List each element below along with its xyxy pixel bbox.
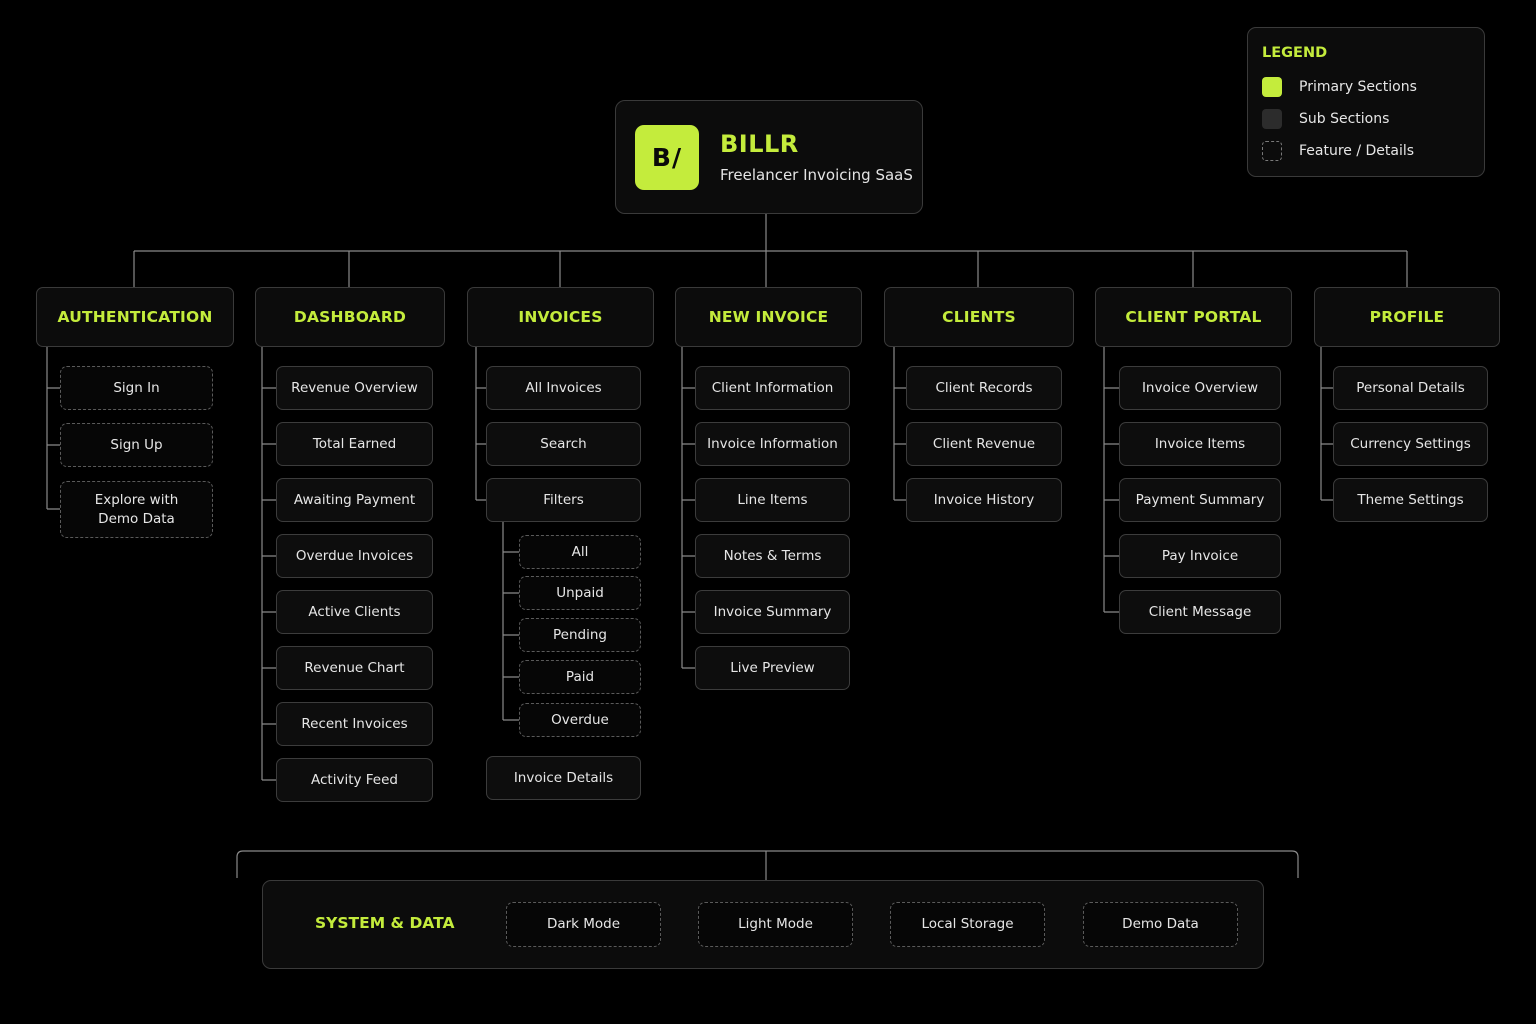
- sub-personal-details[interactable]: Personal Details: [1333, 366, 1488, 410]
- sub-revenue-overview[interactable]: Revenue Overview: [276, 366, 433, 410]
- sub-invoice-details[interactable]: Invoice Details: [486, 756, 641, 800]
- sub-search[interactable]: Search: [486, 422, 641, 466]
- sub-filters[interactable]: Filters: [486, 478, 641, 522]
- sub-overdue-invoices[interactable]: Overdue Invoices: [276, 534, 433, 578]
- sub-client-information[interactable]: Client Information: [695, 366, 850, 410]
- root-node[interactable]: B/ BILLR Freelancer Invoicing SaaS: [615, 100, 923, 214]
- filter-all[interactable]: All: [519, 535, 641, 569]
- sub-client-revenue[interactable]: Client Revenue: [906, 422, 1062, 466]
- section-authentication[interactable]: AUTHENTICATION: [36, 287, 234, 347]
- filter-unpaid[interactable]: Unpaid: [519, 576, 641, 610]
- filter-pending[interactable]: Pending: [519, 618, 641, 652]
- system-data-title: SYSTEM & DATA: [315, 914, 455, 932]
- section-invoices[interactable]: INVOICES: [467, 287, 654, 347]
- primary-swatch: [1262, 77, 1282, 97]
- feature-swatch: [1262, 141, 1282, 161]
- sub-all-invoices[interactable]: All Invoices: [486, 366, 641, 410]
- feature-light-mode[interactable]: Light Mode: [698, 902, 853, 947]
- filter-overdue[interactable]: Overdue: [519, 703, 641, 737]
- sub-total-earned[interactable]: Total Earned: [276, 422, 433, 466]
- sub-invoice-information[interactable]: Invoice Information: [695, 422, 850, 466]
- sub-activity-feed[interactable]: Activity Feed: [276, 758, 433, 802]
- sub-notes-terms[interactable]: Notes & Terms: [695, 534, 850, 578]
- legend-panel: LEGEND Primary Sections Sub Sections Fea…: [1247, 27, 1485, 177]
- feature-explore-demo[interactable]: Explore with Demo Data: [60, 481, 213, 538]
- feature-sign-up[interactable]: Sign Up: [60, 423, 213, 467]
- feature-local-storage[interactable]: Local Storage: [890, 902, 1045, 947]
- sub-active-clients[interactable]: Active Clients: [276, 590, 433, 634]
- sub-awaiting-payment[interactable]: Awaiting Payment: [276, 478, 433, 522]
- sub-pay-invoice[interactable]: Pay Invoice: [1119, 534, 1281, 578]
- feature-sign-in[interactable]: Sign In: [60, 366, 213, 410]
- sub-client-message[interactable]: Client Message: [1119, 590, 1281, 634]
- app-subtitle: Freelancer Invoicing SaaS: [720, 166, 913, 184]
- sub-swatch: [1262, 109, 1282, 129]
- sub-payment-summary[interactable]: Payment Summary: [1119, 478, 1281, 522]
- legend-item-primary: Primary Sections: [1262, 77, 1417, 97]
- feature-dark-mode[interactable]: Dark Mode: [506, 902, 661, 947]
- billr-logo: B/: [635, 124, 699, 190]
- section-dashboard[interactable]: DASHBOARD: [255, 287, 445, 347]
- section-clients[interactable]: CLIENTS: [884, 287, 1074, 347]
- sub-recent-invoices[interactable]: Recent Invoices: [276, 702, 433, 746]
- sub-currency-settings[interactable]: Currency Settings: [1333, 422, 1488, 466]
- sub-theme-settings[interactable]: Theme Settings: [1333, 478, 1488, 522]
- section-profile[interactable]: PROFILE: [1314, 287, 1500, 347]
- legend-item-feature: Feature / Details: [1262, 141, 1414, 161]
- sub-client-records[interactable]: Client Records: [906, 366, 1062, 410]
- filter-paid[interactable]: Paid: [519, 660, 641, 694]
- sub-invoice-items[interactable]: Invoice Items: [1119, 422, 1281, 466]
- feature-demo-data[interactable]: Demo Data: [1083, 902, 1238, 947]
- legend-title: LEGEND: [1262, 45, 1328, 61]
- sub-line-items[interactable]: Line Items: [695, 478, 850, 522]
- app-title: BILLR: [720, 130, 799, 158]
- section-client-portal[interactable]: CLIENT PORTAL: [1095, 287, 1292, 347]
- sub-live-preview[interactable]: Live Preview: [695, 646, 850, 690]
- section-new-invoice[interactable]: NEW INVOICE: [675, 287, 862, 347]
- sub-invoice-history[interactable]: Invoice History: [906, 478, 1062, 522]
- sub-invoice-overview[interactable]: Invoice Overview: [1119, 366, 1281, 410]
- sub-invoice-summary[interactable]: Invoice Summary: [695, 590, 850, 634]
- legend-item-sub: Sub Sections: [1262, 109, 1389, 129]
- sub-revenue-chart[interactable]: Revenue Chart: [276, 646, 433, 690]
